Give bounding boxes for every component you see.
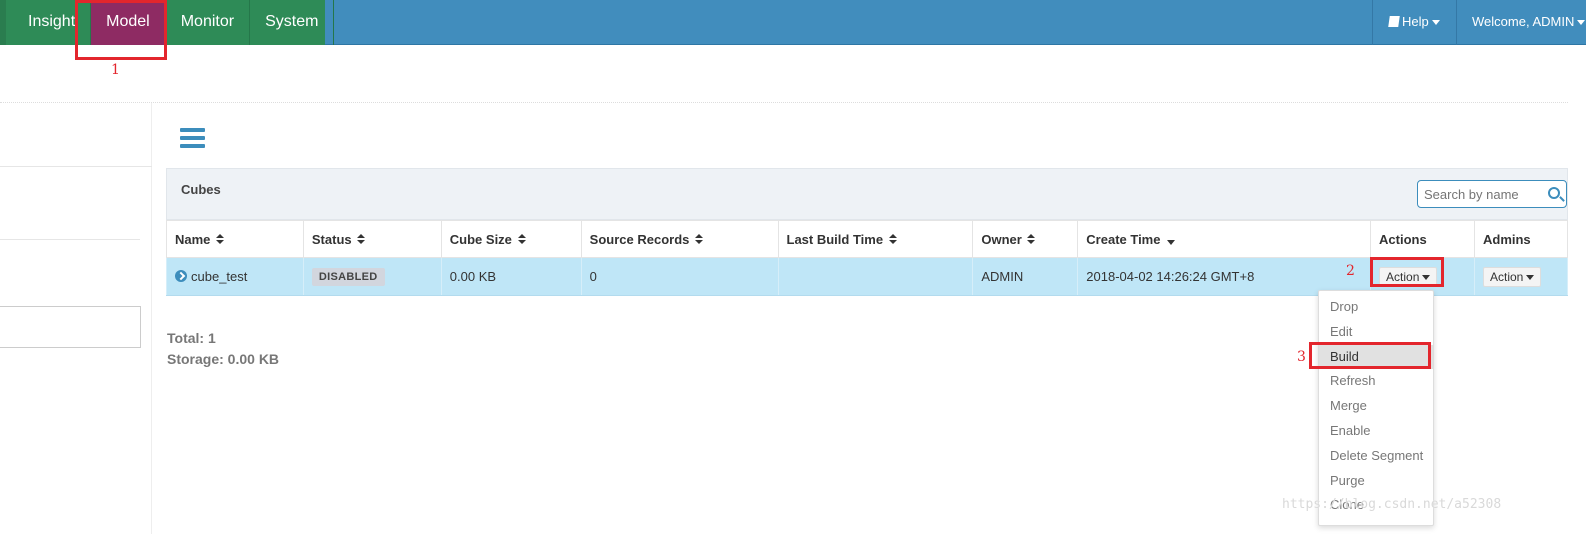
search-icon[interactable] [1548, 187, 1560, 199]
col-header-create-time[interactable]: Create Time [1077, 220, 1372, 258]
caret-down-icon [1526, 274, 1535, 280]
cell-status: DISABLED [302, 257, 442, 296]
menu-item-refresh[interactable]: Refresh [1319, 369, 1433, 394]
table-header-row: Name Status Cube Size Source Records Las… [166, 220, 1569, 258]
sort-icon [695, 233, 703, 245]
nav-monitor[interactable]: Monitor [166, 0, 251, 45]
total-count: Total: 1 [167, 330, 216, 346]
sidebar-divider [0, 239, 140, 240]
annotation-number-2: 2 [1346, 263, 1355, 279]
menu-item-delete-segment[interactable]: Delete Segment [1319, 444, 1433, 469]
admin-action-button[interactable]: Action [1482, 266, 1542, 287]
col-header-status[interactable]: Status [302, 220, 442, 258]
menu-item-edit[interactable]: Edit [1319, 320, 1433, 345]
cube-summary: Total: 1 Storage: 0.00 KB [167, 328, 279, 370]
caret-down-icon [1431, 20, 1440, 26]
caret-down-icon [1577, 20, 1586, 26]
watermark: https://blog.csdn.net/a52308 [1282, 497, 1502, 512]
cell-name[interactable]: cube_test [166, 257, 304, 296]
sort-icon [888, 233, 897, 245]
annotation-number-1: 1 [111, 62, 120, 78]
annotation-number-3: 3 [1297, 349, 1306, 365]
search-input[interactable] [1418, 181, 1536, 207]
book-icon [1388, 16, 1400, 27]
col-header-owner[interactable]: Owner [972, 220, 1079, 258]
user-nav: Help Welcome, ADMIN [1372, 0, 1586, 45]
cell-source-records: 0 [580, 257, 779, 296]
search-box[interactable] [1417, 180, 1567, 208]
panel-title: Cubes [181, 182, 221, 197]
menu-toggle-icon[interactable] [180, 128, 205, 148]
help-label: Help [1402, 14, 1429, 29]
menu-item-enable[interactable]: Enable [1319, 419, 1433, 444]
col-header-admins: Admins [1473, 220, 1569, 258]
welcome-label: Welcome, ADMIN [1472, 14, 1575, 29]
storage-size: Storage: 0.00 KB [167, 351, 280, 367]
sidebar-divider [0, 166, 152, 167]
sort-desc-icon [1167, 239, 1176, 245]
user-menu[interactable]: Welcome, ADMIN [1456, 0, 1586, 45]
col-header-source-records[interactable]: Source Records [580, 220, 779, 258]
sort-icon [216, 233, 225, 245]
col-header-last-build-time[interactable]: Last Build Time [777, 220, 974, 258]
col-header-name[interactable]: Name [166, 220, 304, 258]
action-dropdown-menu: Drop Edit Build Refresh Merge Enable Del… [1318, 290, 1434, 526]
cell-cube-size: 0.00 KB [440, 257, 582, 296]
annotation-box-2 [1370, 257, 1444, 287]
cell-last-build-time [777, 257, 974, 296]
col-header-cube-size[interactable]: Cube Size [440, 220, 582, 258]
expand-icon[interactable] [175, 270, 187, 282]
sidebar [0, 103, 152, 534]
sidebar-input[interactable] [0, 306, 141, 348]
cubes-table: Name Status Cube Size Source Records Las… [166, 220, 1569, 296]
menu-item-merge[interactable]: Merge [1319, 394, 1433, 419]
annotation-box-1 [75, 0, 167, 60]
sort-icon [517, 233, 526, 245]
nav-system[interactable]: System [250, 0, 335, 45]
status-badge: DISABLED [311, 267, 385, 286]
col-header-actions: Actions [1370, 220, 1475, 258]
cell-owner: ADMIN [972, 257, 1079, 296]
menu-item-purge[interactable]: Purge [1319, 469, 1433, 494]
cell-admins: Action [1473, 257, 1569, 296]
sort-icon [1027, 233, 1036, 245]
menu-item-drop[interactable]: Drop [1319, 295, 1433, 320]
divider [0, 102, 1568, 103]
help-menu[interactable]: Help [1372, 0, 1456, 45]
cubes-panel-header: Cubes [166, 168, 1568, 220]
annotation-box-3 [1309, 342, 1431, 369]
top-navbar: Insight Model Monitor System Help Welcom… [0, 0, 1586, 45]
sort-icon [357, 233, 366, 245]
